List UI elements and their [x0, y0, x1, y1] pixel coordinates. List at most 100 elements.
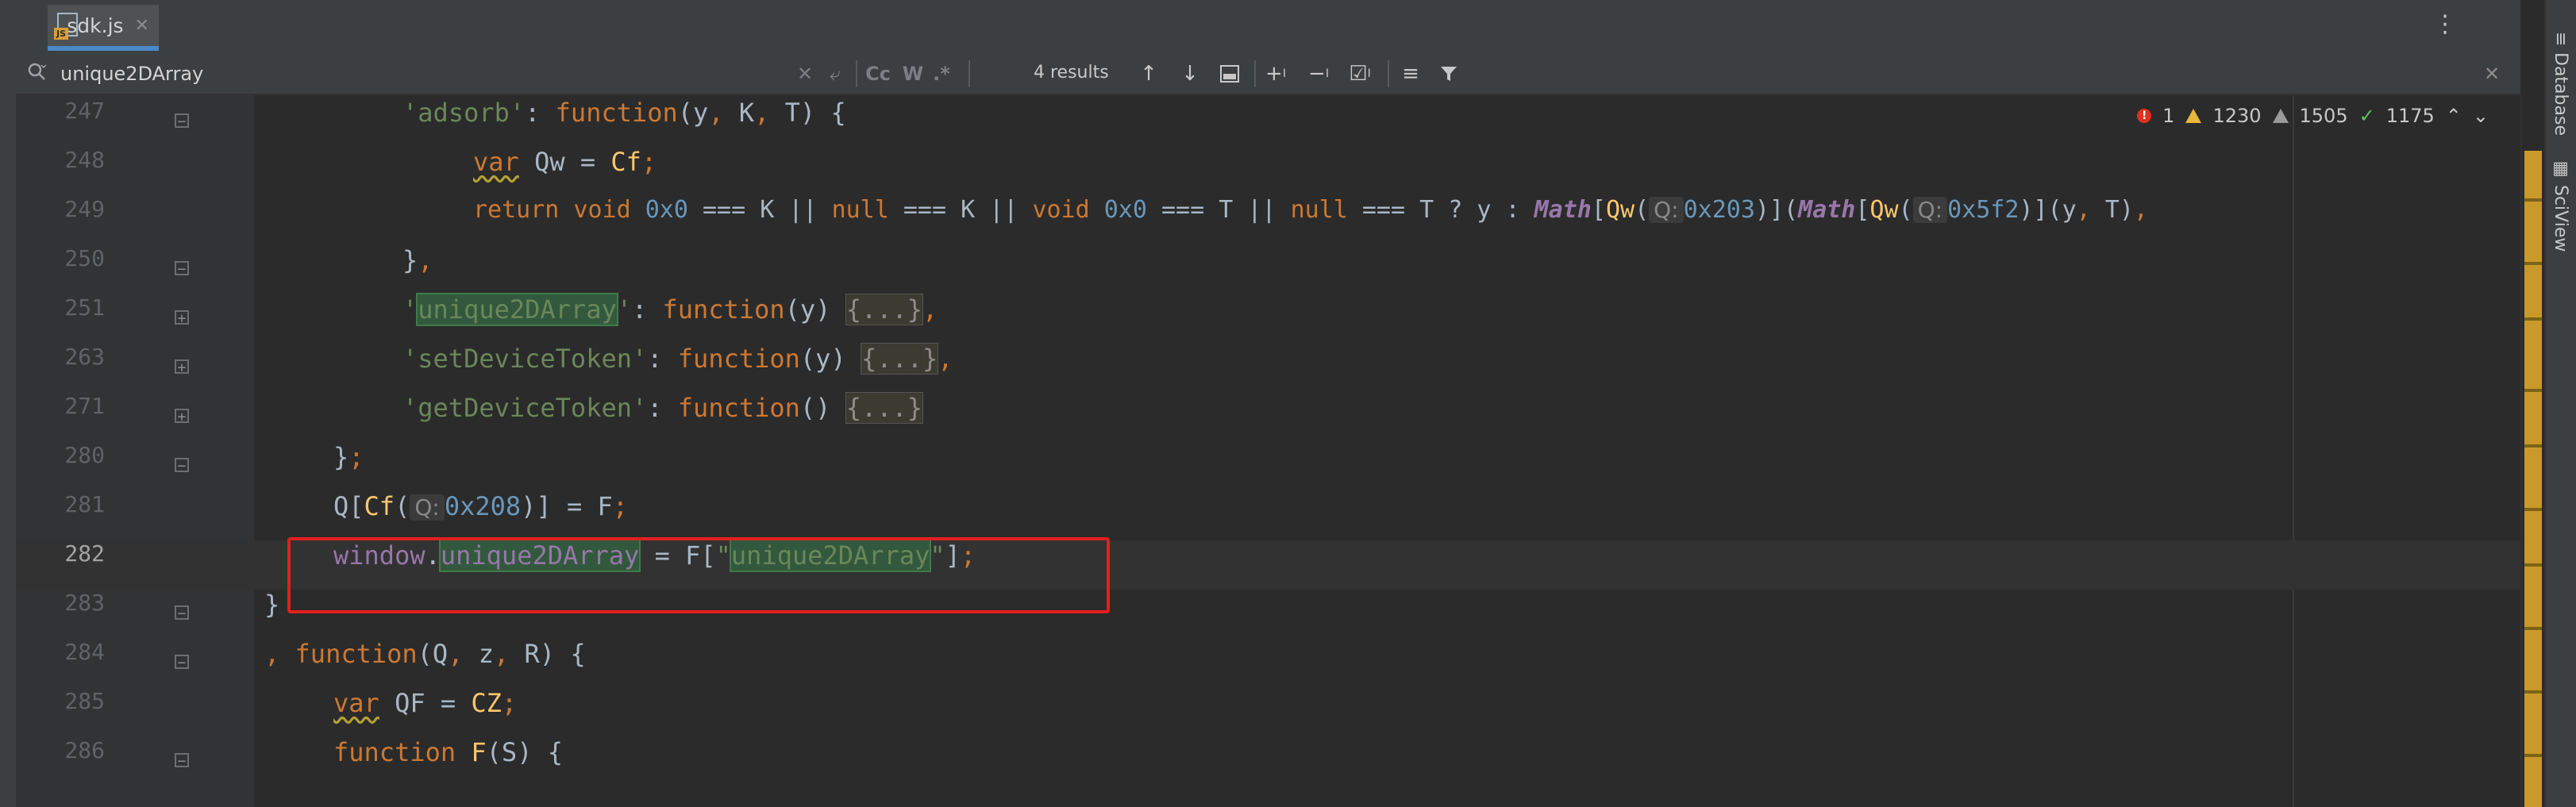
token: Qw	[518, 147, 565, 177]
fold-open-icon[interactable]: −	[175, 753, 191, 770]
filter-icon[interactable]	[1435, 60, 1462, 87]
search-icon[interactable]	[27, 62, 48, 83]
filter-options-icon[interactable]: ≡	[1397, 60, 1424, 87]
token: )](	[1754, 196, 1799, 224]
chevron-up-icon[interactable]: ⌃	[2446, 105, 2462, 127]
tab-sdk-js[interactable]: JS sdk.js ✕	[48, 5, 159, 51]
sciview-tool-tab[interactable]: ▦ SciView	[2551, 159, 2570, 252]
folded-region[interactable]: {...}	[860, 343, 939, 375]
fold-close-icon[interactable]: −	[175, 458, 191, 475]
token: =	[425, 688, 472, 718]
close-icon[interactable]: ✕	[135, 16, 149, 36]
code-line[interactable]: 280 − };	[16, 442, 2520, 491]
token: var	[333, 688, 379, 718]
token: ;	[348, 442, 364, 472]
fold-close-icon[interactable]: −	[175, 261, 191, 279]
next-occurrence-icon[interactable]: ↓	[1176, 60, 1203, 87]
token: z	[478, 639, 494, 669]
token: ,	[2133, 196, 2148, 224]
fold-expand-icon[interactable]: +	[175, 359, 191, 377]
fold-open-icon[interactable]: −	[175, 113, 191, 131]
fold-expand-icon[interactable]: +	[175, 310, 191, 328]
code-editor[interactable]: 247 − 'adsorb': function(y, K, T) { 248 …	[16, 95, 2520, 807]
search-input[interactable]	[60, 60, 775, 87]
token: Math	[1798, 196, 1856, 224]
code-text: 'adsorb': function(y, K, T) {	[402, 98, 846, 128]
replace-icon[interactable]: ⤶	[822, 60, 848, 87]
fold-open-icon[interactable]: −	[175, 655, 191, 672]
weak-warning-icon	[2272, 109, 2289, 123]
separator	[856, 60, 857, 87]
add-occurrence-icon[interactable]: + I	[1262, 60, 1289, 87]
token: === T ||	[1146, 196, 1291, 224]
code-line[interactable]: 249 return void 0x0 === K || null === K …	[16, 196, 2520, 245]
code-line[interactable]: 250 − },	[16, 245, 2520, 294]
token: function	[677, 344, 800, 374]
fold-close-icon[interactable]: −	[175, 605, 191, 623]
typo-count: 1175	[2385, 105, 2435, 127]
previous-occurrence-icon[interactable]: ↑	[1135, 60, 1162, 87]
token: :	[631, 294, 663, 325]
line-number: 284	[64, 639, 105, 665]
close-search-icon[interactable]: ✕	[2478, 60, 2505, 87]
token: ;	[612, 491, 628, 521]
folded-region[interactable]: {...}	[845, 294, 924, 325]
token: )](y	[2019, 196, 2077, 224]
error-count: 1	[2162, 105, 2175, 127]
token: function	[333, 737, 456, 767]
token: )] = F	[521, 491, 613, 521]
token: :	[647, 344, 678, 374]
database-icon: ≡	[2551, 32, 2570, 47]
regex-button[interactable]: .*	[929, 60, 954, 87]
token: '	[402, 294, 418, 325]
error-stripe[interactable]	[2524, 151, 2542, 807]
remove-occurrence-icon[interactable]: − I	[1305, 60, 1332, 87]
token: ;	[641, 147, 657, 177]
token: (y)	[784, 294, 846, 325]
token: === T ? y :	[1347, 196, 1534, 224]
token: ()	[799, 393, 846, 423]
code-text: return void 0x0 === K || null === K || v…	[473, 196, 2148, 224]
token: return	[473, 196, 560, 224]
code-line[interactable]: 285 var QF = CZ;	[16, 688, 2520, 737]
token: function	[555, 98, 678, 128]
token: (Q	[417, 639, 449, 669]
code-line[interactable]: 251 + 'unique2DArray': function(y) {...}…	[16, 293, 2520, 344]
sciview-icon: ▦	[2551, 159, 2570, 179]
token: CZ	[471, 688, 502, 718]
code-line[interactable]: 271 + 'getDeviceToken': function() {...}	[16, 392, 2520, 442]
token: (y	[677, 98, 709, 128]
code-line[interactable]: 284 − , function(Q, z, R) {	[16, 639, 2520, 688]
clear-search-icon[interactable]: ✕	[792, 60, 818, 87]
whole-words-button[interactable]: W	[900, 60, 926, 87]
token: === K ||	[687, 196, 832, 224]
token: ,	[264, 639, 295, 669]
token: === K ||	[888, 196, 1033, 224]
token: ,	[922, 294, 938, 325]
code-line[interactable]: 286 − function F(S) {	[16, 737, 2520, 786]
token: (y)	[799, 344, 861, 374]
token: void	[1032, 196, 1090, 224]
fold-expand-icon[interactable]: +	[175, 409, 191, 426]
folded-region[interactable]: {...}	[845, 392, 924, 424]
database-tool-tab[interactable]: ≡ Database	[2551, 32, 2570, 136]
match-case-button[interactable]: Cc	[865, 60, 891, 87]
code-text: }	[264, 590, 279, 620]
search-match: unique2DArray	[416, 293, 618, 326]
inspection-widget[interactable]: ! 1 1230 1505 ✓ 1175 ⌃ ⌄	[2137, 105, 2489, 127]
token: T) {	[784, 98, 846, 128]
token: null	[1290, 196, 1348, 224]
chevron-down-icon[interactable]: ⌄	[2473, 105, 2489, 127]
more-vertical-icon[interactable]: ⋮	[2433, 13, 2457, 37]
select-all-occurrences-icon[interactable]: ☑ I	[1346, 60, 1373, 87]
open-in-window-icon[interactable]	[1216, 60, 1243, 87]
code-line[interactable]: 248 var Qw = Cf;	[16, 147, 2520, 196]
token: 0x208	[444, 491, 522, 521]
code-text: , function(Q, z, R) {	[264, 639, 586, 669]
left-tool-strip	[0, 0, 17, 807]
code-line[interactable]: 281 Q[Cf(Q: 0x208)] = F;	[16, 491, 2520, 540]
code-line[interactable]: 263 + 'setDeviceToken': function(y) {...…	[16, 343, 2520, 393]
token: [	[1855, 196, 1870, 224]
